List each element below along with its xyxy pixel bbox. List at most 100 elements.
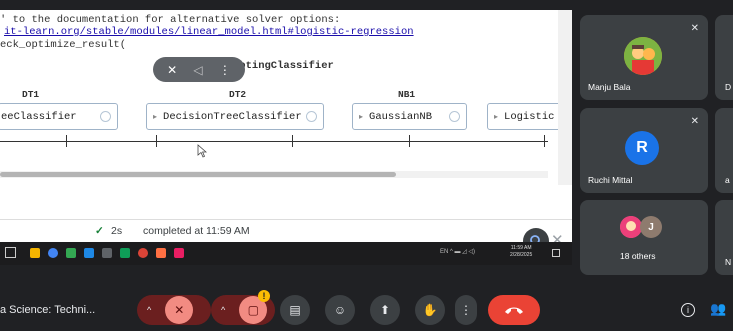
raise-hand-button[interactable]: ✋ — [415, 295, 445, 325]
horizontal-scrollbar[interactable] — [0, 171, 548, 178]
connector-tick — [292, 135, 293, 147]
taskbar-app-icon — [30, 248, 40, 258]
mic-off-icon: ✕ — [690, 23, 699, 34]
participant-name: N — [725, 257, 732, 267]
participant-tile-partial[interactable]: D — [715, 15, 733, 100]
expand-arrow-icon: ▸ — [494, 112, 499, 122]
participant-tile-ruchi[interactable]: ✕ R Ruchi Mittal — [580, 108, 708, 193]
participant-name: a — [725, 175, 730, 185]
notification-icon — [552, 249, 560, 257]
avatar — [620, 216, 642, 238]
estimator-label-nb1: NB1 — [398, 89, 416, 100]
connector-tick — [409, 135, 410, 147]
estimator-name: eeClassifier — [1, 110, 77, 123]
output-line-1: ' to the documentation for alternative s… — [0, 14, 341, 26]
check-icon: ✓ — [95, 225, 104, 237]
estimator-box-nb1[interactable]: ▸ GaussianNB — [352, 103, 467, 130]
mic-off-icon: ✕ — [690, 116, 699, 127]
mic-off-icon[interactable]: ✕ — [167, 63, 177, 77]
mic-off-button[interactable]: ✕ — [165, 296, 194, 324]
zoom-icon — [530, 235, 540, 242]
avatar: R — [625, 131, 659, 165]
participant-name: Ruchi Mittal — [588, 175, 633, 185]
avatar — [624, 37, 662, 75]
present-button[interactable]: ⬆ — [370, 295, 400, 325]
participant-name: 18 others — [620, 251, 656, 261]
taskbar-app-icon — [174, 248, 184, 258]
volume-off-icon[interactable]: ◁ — [193, 63, 202, 77]
taskbar-app-icon — [120, 248, 130, 258]
estimator-name: DecisionTreeClassifier — [163, 110, 302, 123]
emoji-icon: ☺ — [333, 303, 347, 317]
taskbar-app-icon — [48, 248, 58, 258]
floating-presenter-controls: ✕ ◁ ⋮ — [153, 57, 245, 82]
end-call-icon — [505, 307, 523, 314]
expand-arrow-icon: ▸ — [153, 112, 158, 122]
taskbar-time: 11:59 AM — [510, 245, 532, 251]
connector-tick — [66, 135, 67, 147]
info-icon: i — [687, 305, 689, 315]
chevron-up-icon[interactable]: ^ — [147, 305, 151, 315]
more-vert-icon: ⋮ — [460, 303, 472, 317]
meeting-control-bar: a Science: Techni... ^ ✕ ^ ▢ ! ▤ ☺ ⬆ ✋ ⋮… — [0, 281, 733, 331]
people-button[interactable]: 👥 — [710, 301, 726, 317]
mouse-cursor-icon — [197, 144, 207, 158]
taskbar-app-icon — [138, 248, 148, 258]
notebook-status-bar: ✓ 2s completed at 11:59 AM — [0, 219, 572, 242]
tree-connector-line — [0, 141, 548, 142]
captions-button[interactable]: ▤ — [280, 295, 310, 325]
system-tray: EN ^ ▬ ◿ ◁) — [440, 249, 476, 255]
voting-classifier-title: VotingClassifier — [233, 60, 334, 72]
help-icon[interactable] — [449, 111, 460, 122]
more-vert-icon[interactable]: ⋮ — [219, 63, 231, 77]
participant-name: D — [725, 82, 732, 92]
vertical-scrollbar[interactable] — [558, 10, 572, 185]
notebook-output: ' to the documentation for alternative s… — [0, 10, 567, 185]
estimator-label-dt2: DT2 — [229, 89, 247, 100]
expand-arrow-icon: ▸ — [359, 112, 364, 122]
docs-link[interactable]: it-learn.org/stable/modules/linear_model… — [4, 26, 414, 38]
emoji-button[interactable]: ☺ — [325, 295, 355, 325]
connector-tick — [544, 135, 545, 147]
shared-taskbar: EN ^ ▬ ◿ ◁) 11:59 AM 2/28/2025 — [0, 242, 572, 265]
estimator-name: GaussianNB — [369, 110, 433, 123]
mic-control-group: ^ ✕ — [137, 295, 211, 325]
scrollbar-thumb[interactable] — [0, 172, 396, 177]
completed-status: completed at 11:59 AM — [143, 225, 250, 237]
taskbar-app-icon — [84, 248, 94, 258]
shared-screen: ' to the documentation for alternative s… — [0, 10, 572, 242]
run-duration: 2s — [111, 225, 123, 237]
estimator-name: Logistic — [504, 110, 555, 123]
estimator-box-dt1[interactable]: eeClassifier — [0, 103, 118, 130]
help-icon[interactable] — [306, 111, 317, 122]
meeting-title: a Science: Techni... — [0, 304, 96, 316]
output-line-3: eck_optimize_result( — [0, 39, 127, 51]
taskbar-date: 2/28/2025 — [510, 252, 533, 258]
warning-badge: ! — [258, 290, 270, 302]
people-icon: 👥 — [710, 301, 727, 316]
participant-tile-partial[interactable]: N — [715, 200, 733, 275]
estimator-box-lr[interactable]: ▸ Logistic — [487, 103, 567, 130]
avatar: J — [640, 216, 662, 238]
leave-call-button[interactable] — [488, 295, 540, 325]
estimator-box-dt2[interactable]: ▸ DecisionTreeClassifier — [146, 103, 324, 130]
profile-photo-icon — [624, 37, 662, 75]
connector-tick — [156, 135, 157, 147]
estimator-label-dt1: DT1 — [22, 89, 40, 100]
present-screen-icon: ⬆ — [379, 303, 391, 317]
windows-start-icon — [5, 247, 16, 258]
participant-tile-manju[interactable]: ✕ Manju Bala — [580, 15, 708, 100]
taskbar-clock: 11:59 AM 2/28/2025 — [510, 245, 532, 259]
hand-icon: ✋ — [422, 303, 438, 317]
more-options-button[interactable]: ⋮ — [455, 295, 477, 325]
meeting-details-button[interactable]: i — [681, 303, 695, 317]
taskbar-app-icon — [102, 248, 112, 258]
taskbar-app-icon — [66, 248, 76, 258]
close-icon[interactable]: ✕ — [551, 231, 564, 242]
profile-photo-icon — [620, 216, 642, 238]
chevron-up-icon[interactable]: ^ — [221, 305, 225, 315]
participant-tile-others[interactable]: J 18 others — [580, 200, 708, 275]
taskbar-app-icon — [156, 248, 166, 258]
help-icon[interactable] — [100, 111, 111, 122]
participant-tile-partial[interactable]: a — [715, 108, 733, 193]
